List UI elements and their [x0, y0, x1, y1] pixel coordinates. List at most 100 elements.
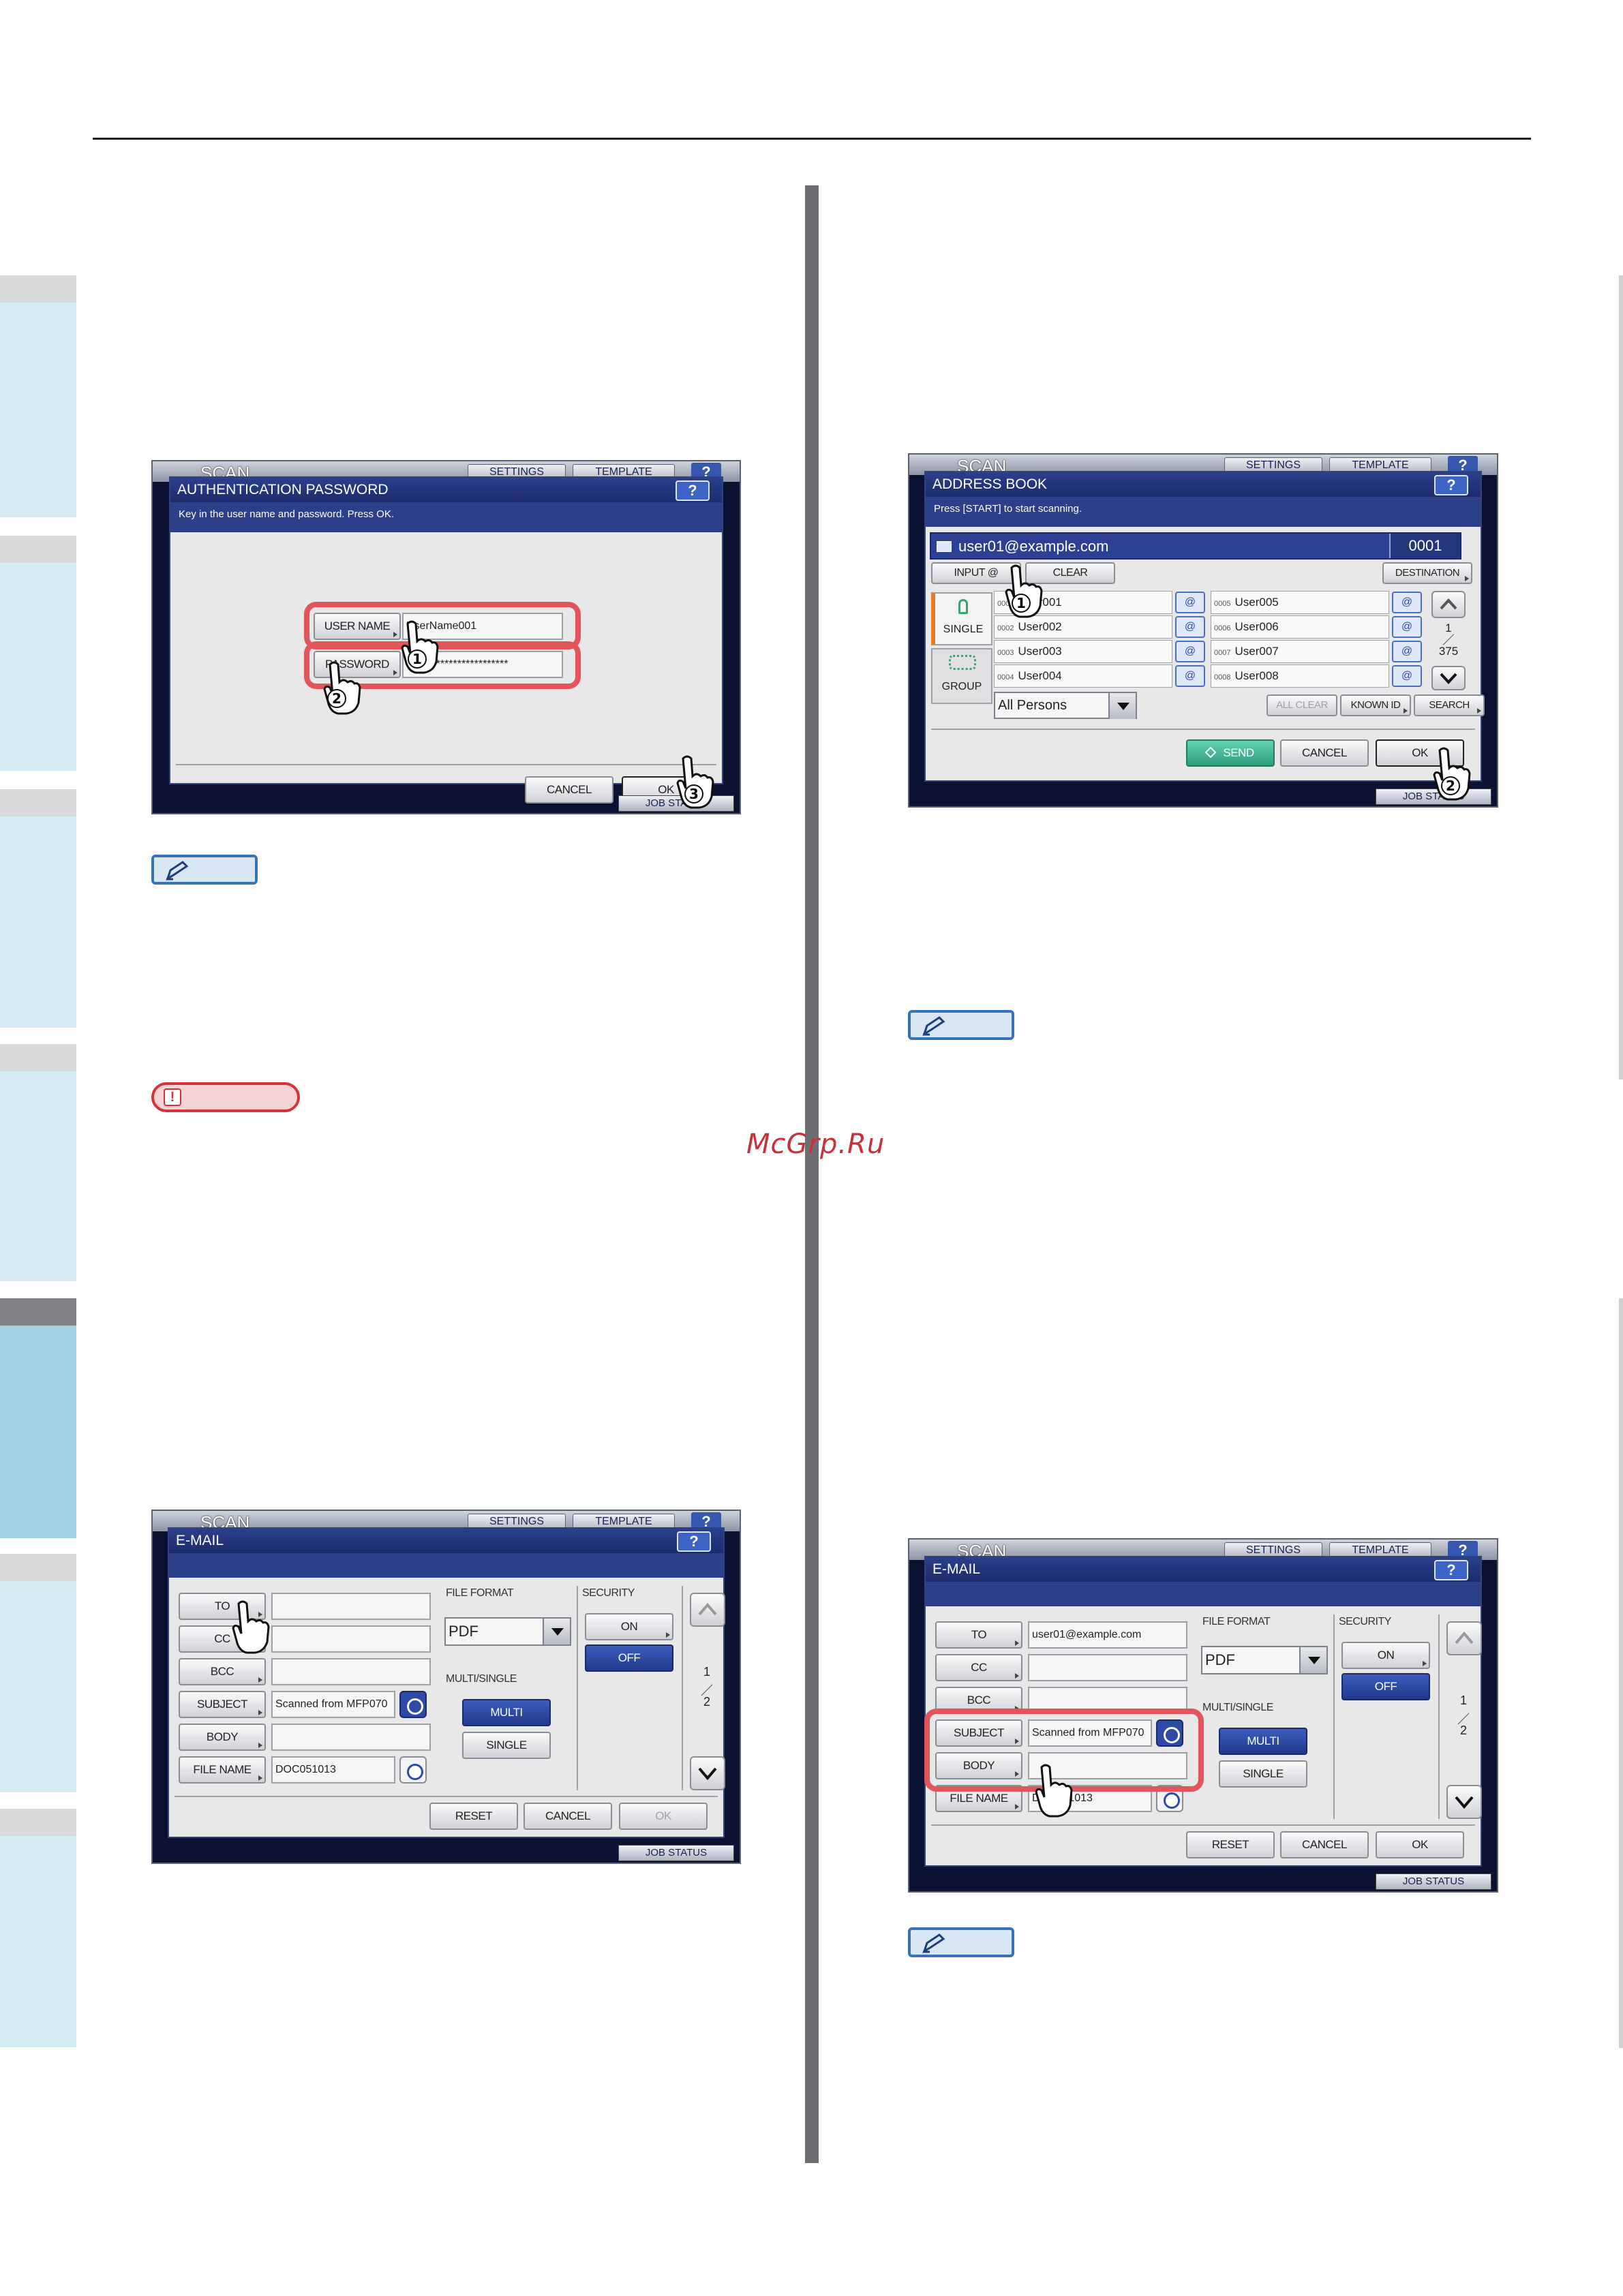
status-bar: JOB STATUS — [530, 1843, 734, 1861]
email-screen-to: SCAN SETTINGS TEMPLATE ? E-MAIL ? TO CC … — [151, 1510, 741, 1864]
single-button[interactable]: SINGLE — [1219, 1760, 1307, 1788]
security-on-button[interactable]: ON — [1341, 1642, 1430, 1669]
cc-field[interactable] — [1028, 1654, 1187, 1681]
email-at-icon[interactable]: @ — [1175, 592, 1205, 613]
chevron-down-icon — [698, 1767, 717, 1781]
page-down-button[interactable] — [1431, 666, 1466, 690]
clock-icon[interactable] — [399, 1691, 427, 1718]
hand-pointer-icon — [1035, 1764, 1073, 1818]
subject-button[interactable]: SUBJECT — [179, 1691, 266, 1718]
destination-address-bar: user01@example.com 0001 — [930, 532, 1461, 560]
page-down-button[interactable] — [1446, 1785, 1482, 1819]
filter-dropdown[interactable]: All Persons — [994, 692, 1137, 719]
watermark-text: McGrp.Ru — [746, 1129, 885, 1160]
email-at-icon[interactable]: @ — [1392, 641, 1422, 662]
send-button[interactable]: SEND — [1186, 739, 1275, 767]
page-down-button[interactable] — [690, 1756, 725, 1790]
page-up-button[interactable] — [690, 1593, 725, 1627]
email-at-icon[interactable]: @ — [1175, 616, 1205, 638]
destination-button[interactable]: DESTINATION — [1382, 562, 1472, 584]
tab-group-label: GROUP — [941, 681, 982, 692]
address-entry[interactable]: 0006 User006 — [1211, 615, 1389, 639]
email-at-icon[interactable]: @ — [1175, 665, 1205, 687]
dialog-help-button[interactable]: ? — [677, 1531, 711, 1552]
file-name-button[interactable]: FILE NAME — [179, 1756, 266, 1784]
note-icon — [151, 855, 258, 885]
email-at-icon[interactable]: @ — [1392, 592, 1422, 613]
dialog-subheader — [926, 1582, 1481, 1606]
address-entry[interactable]: 0008 User008 — [1211, 664, 1389, 688]
bcc-button[interactable]: BCC — [179, 1658, 266, 1685]
ok-button[interactable]: OK — [1376, 1831, 1464, 1858]
multi-button[interactable]: MULTI — [1219, 1728, 1307, 1755]
chapter-tab-5-active[interactable] — [0, 1298, 76, 1538]
security-off-button[interactable]: OFF — [585, 1644, 673, 1672]
multi-single-label: MULTI/SINGLE — [1202, 1702, 1273, 1713]
multi-button[interactable]: MULTI — [462, 1699, 551, 1726]
to-button[interactable]: TO — [935, 1621, 1022, 1649]
bcc-field[interactable] — [271, 1658, 431, 1685]
chapter-tab-3[interactable] — [0, 789, 76, 1028]
page-up-button[interactable] — [1446, 1621, 1482, 1655]
vertical-separator — [1438, 1614, 1440, 1819]
file-format-label: FILE FORMAT — [1202, 1616, 1271, 1627]
email-at-icon[interactable]: @ — [1392, 616, 1422, 638]
address-entry[interactable]: 0002 User002 — [994, 615, 1172, 639]
cancel-button[interactable]: CANCEL — [524, 1803, 612, 1830]
tab-single[interactable]: SINGLE — [931, 592, 992, 645]
chevron-down-icon — [1440, 673, 1457, 684]
address-entry[interactable]: 0007 User007 — [1211, 640, 1389, 663]
email-dialog: E-MAIL ? TO user01@example.com CC BCC SU… — [924, 1556, 1482, 1867]
hand-pointer-icon — [232, 1600, 270, 1654]
email-dialog: E-MAIL ? TO CC BCC SUBJECT Scanned from … — [168, 1527, 725, 1838]
file-format-dropdown[interactable]: PDF — [1201, 1646, 1328, 1674]
address-entry[interactable]: 0005 User005 — [1211, 591, 1389, 614]
job-status-button[interactable]: JOB STATUS — [618, 1845, 734, 1861]
tab-group[interactable]: GROUP — [931, 648, 992, 704]
chapter-tab-1[interactable] — [0, 275, 76, 517]
cc-button[interactable]: CC — [935, 1654, 1022, 1681]
chapter-tab-7[interactable] — [0, 1809, 76, 2047]
reset-button[interactable]: RESET — [1186, 1831, 1275, 1858]
email-at-icon[interactable]: @ — [1175, 641, 1205, 662]
hand-pointer-icon: 3 — [676, 755, 714, 809]
subject-field[interactable]: Scanned from MFP070 — [271, 1691, 395, 1718]
to-field[interactable] — [271, 1593, 431, 1620]
chapter-tab-2[interactable] — [0, 536, 76, 771]
reset-button[interactable]: RESET — [429, 1803, 518, 1830]
search-button[interactable]: SEARCH — [1414, 694, 1485, 716]
dialog-help-button[interactable]: ? — [1434, 475, 1468, 495]
security-off-button[interactable]: OFF — [1341, 1673, 1430, 1700]
cancel-button[interactable]: CANCEL — [1280, 1831, 1369, 1858]
right-edge-mark — [1619, 275, 1623, 1080]
address-entry[interactable]: 0004 User004 — [994, 664, 1172, 688]
dialog-help-button[interactable]: ? — [1434, 1560, 1468, 1580]
job-status-button[interactable]: JOB STATUS — [1376, 1873, 1491, 1890]
dialog-help-button[interactable]: ? — [676, 480, 710, 501]
known-id-button[interactable]: KNOWN ID — [1340, 694, 1411, 716]
all-clear-button[interactable]: ALL CLEAR — [1266, 694, 1337, 716]
body-button[interactable]: BODY — [179, 1724, 266, 1751]
file-name-field[interactable]: DOC051013 — [271, 1756, 395, 1784]
body-field[interactable] — [271, 1724, 431, 1751]
page-up-button[interactable] — [1431, 591, 1466, 618]
file-format-dropdown[interactable]: PDF — [444, 1617, 571, 1646]
security-label: SECURITY — [1339, 1616, 1391, 1627]
chevron-up-icon — [698, 1602, 717, 1616]
address-entry[interactable]: 0003 User003 — [994, 640, 1172, 663]
multi-single-label: MULTI/SINGLE — [446, 1673, 517, 1685]
to-field[interactable]: user01@example.com — [1028, 1621, 1187, 1649]
cancel-button[interactable]: CANCEL — [1280, 739, 1369, 767]
chapter-tab-4[interactable] — [0, 1044, 76, 1281]
chapter-tab-6[interactable] — [0, 1554, 76, 1792]
clock-icon[interactable] — [399, 1756, 427, 1784]
single-button[interactable]: SINGLE — [462, 1732, 551, 1759]
dialog-title: E-MAIL — [169, 1529, 723, 1553]
address-text: user01@example.com — [958, 538, 1109, 555]
cc-field[interactable] — [271, 1625, 431, 1653]
ok-button[interactable]: OK — [619, 1803, 708, 1830]
page-indicator: 1 ／ 2 — [701, 1665, 713, 1709]
dialog-title: E-MAIL — [926, 1557, 1481, 1582]
email-at-icon[interactable]: @ — [1392, 665, 1422, 687]
security-on-button[interactable]: ON — [585, 1613, 673, 1640]
